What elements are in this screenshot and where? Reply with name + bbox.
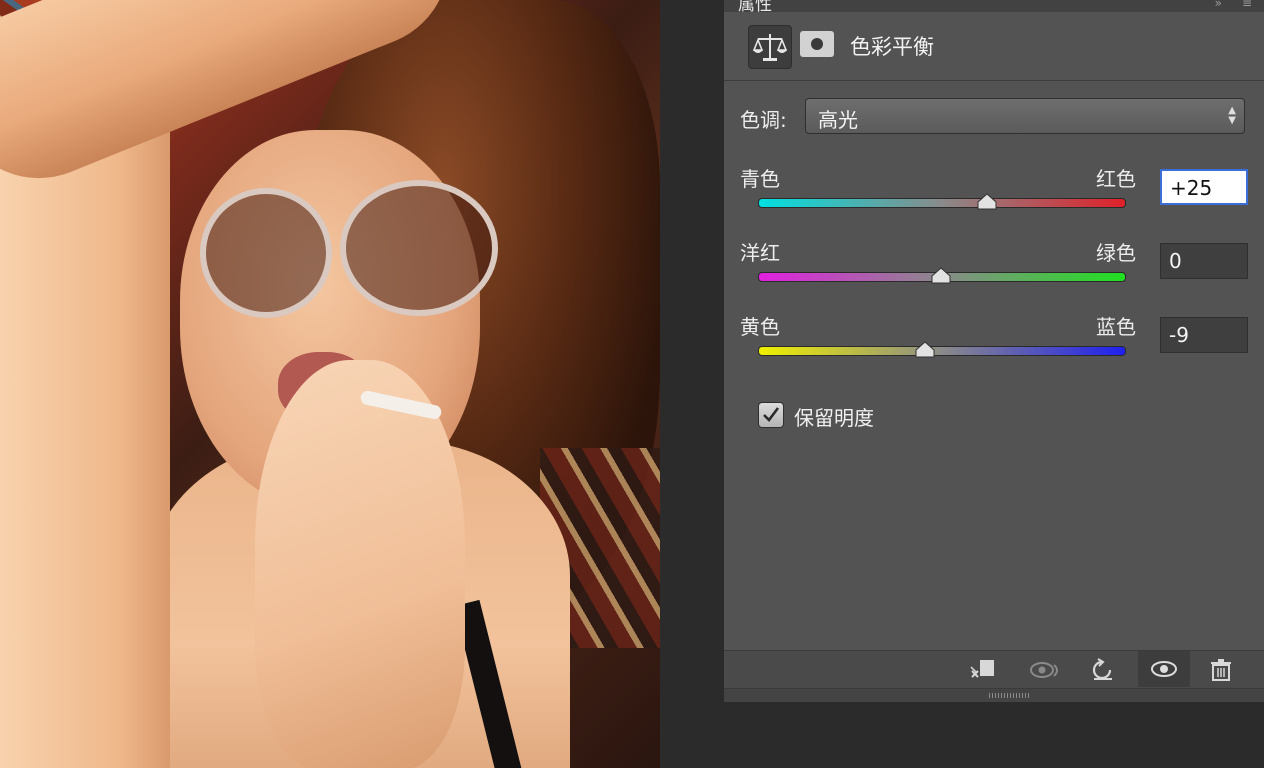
slider-label-yellow: 黄色 [740, 311, 780, 340]
slider-row-cyan-red: 青色 红色 +25 [740, 163, 1250, 233]
clip-to-layer-icon[interactable] [962, 655, 1002, 685]
panel-header: 色彩平衡 [724, 0, 1264, 81]
hand [255, 360, 465, 768]
color-balance-icon[interactable] [748, 25, 792, 69]
cyan-red-value-input[interactable]: +25 [1160, 169, 1248, 205]
tone-label: 色调: [740, 104, 787, 133]
slider-label-magenta: 洋红 [740, 237, 780, 266]
yellow-blue-value-input[interactable]: -9 [1160, 317, 1248, 353]
tone-select-value: 高光 [818, 104, 858, 133]
photo-canvas [0, 0, 660, 768]
slider-label-green: 绿色 [1096, 237, 1136, 266]
slider-row-yellow-blue: 黄色 蓝色 -9 [740, 311, 1250, 381]
slider-row-magenta-green: 洋红 绿色 0 [740, 237, 1250, 307]
workspace-background [724, 702, 1264, 768]
sunglasses-right-lens [340, 180, 498, 316]
preserve-luminosity-checkbox[interactable] [758, 402, 784, 428]
slider-track-yellow-blue[interactable] [758, 346, 1126, 356]
select-arrows-icon: ▲▼ [1228, 106, 1236, 126]
checkmark-icon [762, 406, 780, 424]
layer-mask-icon[interactable] [800, 31, 834, 57]
sunglasses-left-lens [200, 188, 332, 318]
slider-label-cyan: 青色 [740, 163, 780, 192]
slider-track-cyan-red[interactable] [758, 198, 1126, 208]
properties-panel: 属性 » ≡ 色彩平衡 色调: 高光 ▲▼ 青色 红色 [724, 0, 1264, 702]
visibility-eye-icon[interactable] [1138, 651, 1190, 687]
reset-icon[interactable] [1082, 655, 1122, 685]
view-previous-icon[interactable] [1022, 655, 1062, 685]
arm-vertical [0, 130, 170, 768]
preserve-luminosity-label: 保留明度 [794, 402, 874, 431]
panel-resize-grip[interactable] [724, 688, 1264, 703]
magenta-green-value-input[interactable]: 0 [1160, 243, 1248, 279]
trash-icon[interactable] [1202, 655, 1242, 685]
panel-bottom-toolbar [724, 650, 1264, 688]
slider-label-red: 红色 [1096, 163, 1136, 192]
panel-heading: 色彩平衡 [850, 31, 934, 61]
tone-select[interactable]: 高光 ▲▼ [805, 98, 1245, 134]
slider-label-blue: 蓝色 [1096, 311, 1136, 340]
